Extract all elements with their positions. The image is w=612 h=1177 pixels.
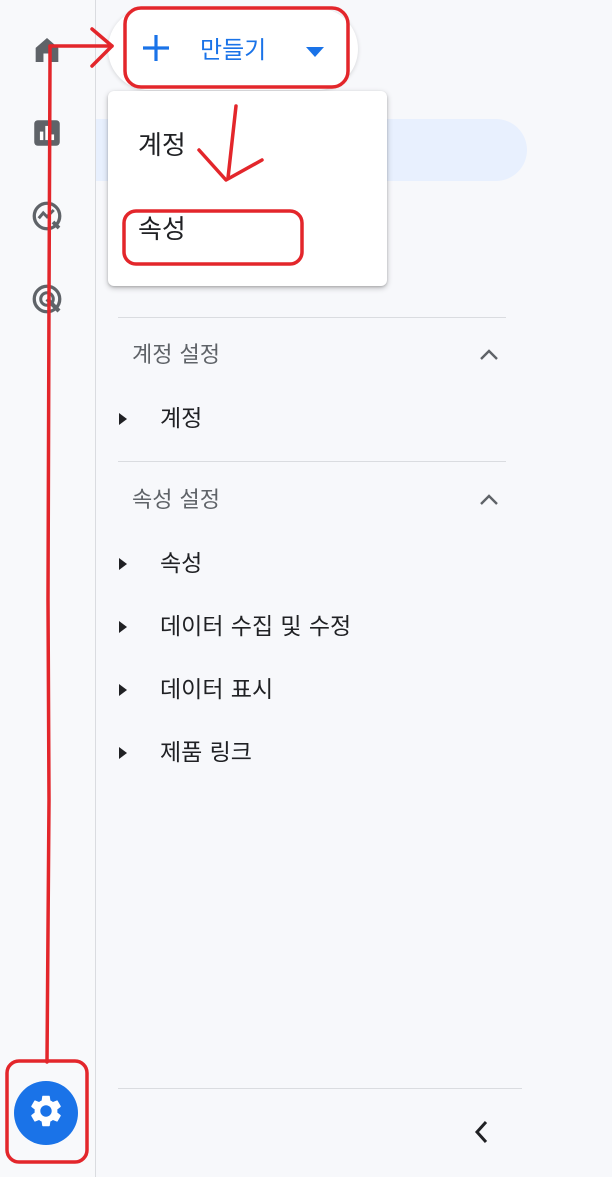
section-title-account-settings[interactable]: 계정 설정 — [132, 342, 220, 370]
caret-down-icon[interactable] — [305, 43, 325, 62]
reports-icon[interactable] — [24, 110, 70, 156]
nav-item-label: 데이터 수집 및 수정 — [160, 614, 352, 640]
nav-item-label: 제품 링크 — [160, 740, 252, 766]
expand-arrow-icon — [118, 411, 128, 430]
nav-item-account[interactable]: 계정 — [118, 400, 518, 440]
navigation-rail — [0, 0, 96, 1177]
section-divider — [118, 461, 506, 462]
expand-arrow-icon — [118, 682, 128, 701]
advertising-icon[interactable] — [24, 276, 70, 322]
explore-icon[interactable] — [24, 193, 70, 239]
menu-item-account[interactable]: 계정 — [138, 130, 186, 162]
chevron-up-icon[interactable] — [478, 491, 500, 511]
section-divider — [118, 317, 506, 318]
footer-divider — [118, 1088, 522, 1089]
nav-item-data-display[interactable]: 데이터 표시 — [118, 671, 518, 711]
expand-arrow-icon — [118, 619, 128, 638]
chevron-left-icon — [472, 1119, 490, 1149]
create-button[interactable]: 만들기 — [108, 8, 358, 90]
chevron-up-icon[interactable] — [478, 346, 500, 366]
nav-item-product-links[interactable]: 제품 링크 — [118, 734, 518, 774]
nav-item-property[interactable]: 속성 — [118, 545, 518, 585]
collapse-panel-button[interactable] — [466, 1116, 496, 1152]
plus-icon — [141, 33, 171, 67]
nav-item-label: 속성 — [160, 551, 203, 577]
nav-item-label: 데이터 표시 — [160, 677, 274, 703]
menu-item-property[interactable]: 속성 — [138, 214, 186, 246]
nav-item-data-collection[interactable]: 데이터 수집 및 수정 — [118, 608, 518, 648]
home-icon[interactable] — [24, 27, 70, 73]
gear-icon — [27, 1092, 65, 1134]
create-dropdown-menu: 계정 속성 — [108, 91, 387, 286]
admin-settings-button[interactable] — [14, 1081, 78, 1145]
expand-arrow-icon — [118, 556, 128, 575]
create-button-label: 만들기 — [200, 36, 267, 64]
nav-item-label: 계정 — [160, 406, 203, 432]
section-title-property-settings[interactable]: 속성 설정 — [132, 487, 220, 515]
expand-arrow-icon — [118, 745, 128, 764]
